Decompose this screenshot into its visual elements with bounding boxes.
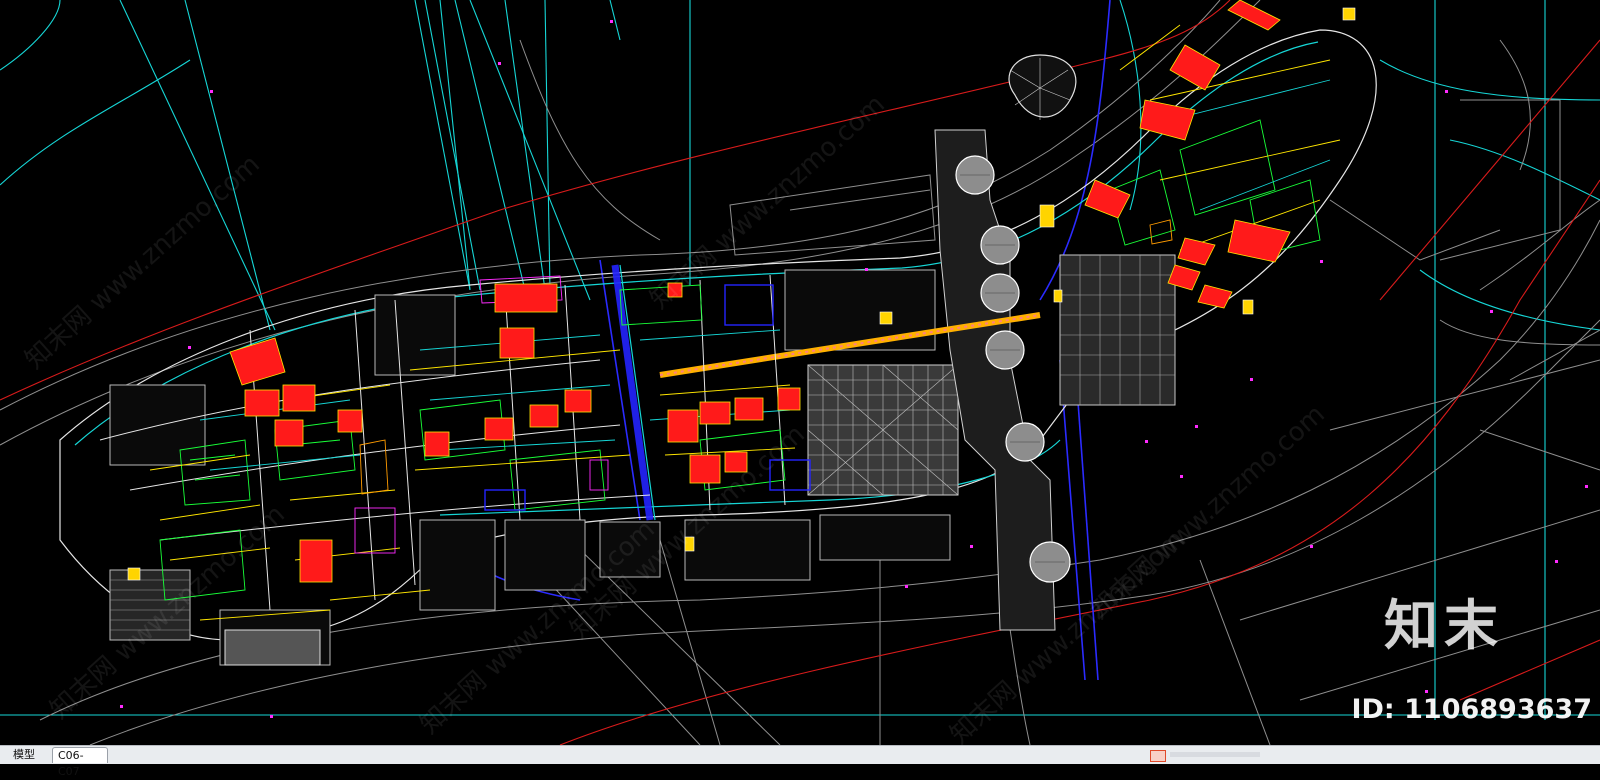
tab-model[interactable]: 模型 xyxy=(8,747,50,763)
layout-tab-bar: 模型 C06-C07 xyxy=(0,745,1600,778)
image-id-watermark: ID: 1106893637 xyxy=(1351,694,1592,725)
site-logo-watermark: 知末 xyxy=(1384,594,1504,657)
site-plan-svg: 知末网 www.znzmo.com 知末网 www.znzmo.com 知末网 … xyxy=(0,0,1600,745)
watermark-text-1: 知末网 www.znzmo.com xyxy=(20,149,266,375)
cad-drawing-canvas[interactable]: 知末网 www.znzmo.com 知末网 www.znzmo.com 知末网 … xyxy=(0,0,1600,745)
statusbar-scroll-track[interactable] xyxy=(1170,752,1260,757)
tab-layout-c06-c07[interactable]: C06-C07 xyxy=(52,747,108,778)
statusbar-icon[interactable] xyxy=(1150,750,1166,762)
circular-pavilion-chain xyxy=(934,54,1077,631)
